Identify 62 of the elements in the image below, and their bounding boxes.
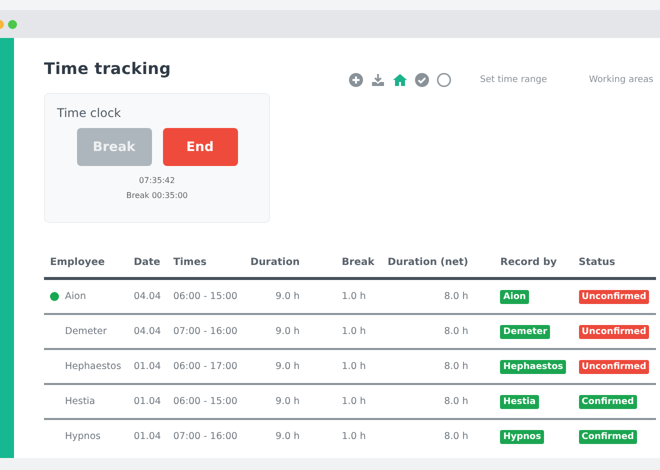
break-time: Break 00:35:00 xyxy=(125,191,189,200)
toolbar-link[interactable]: Set time range xyxy=(480,75,548,85)
column-header: Date xyxy=(128,247,168,278)
table-cell: 8.0 h xyxy=(444,291,468,302)
table-cell: 01.04 xyxy=(134,431,161,442)
column-header: Break xyxy=(312,247,381,278)
table-cell: 1.0 h xyxy=(342,396,366,407)
table-cell: 8.0 h xyxy=(444,361,468,372)
column-header: Status xyxy=(572,247,656,278)
user-tag: Hypnos xyxy=(500,430,544,444)
table-cell: Hestia xyxy=(65,396,96,407)
circle-icon[interactable] xyxy=(436,72,452,88)
table-cell: 06:00 - 15:00 xyxy=(173,291,238,302)
column-header: Duration xyxy=(244,247,312,278)
column-header: Record by xyxy=(494,247,573,278)
table-cell: 06:00 - 17:00 xyxy=(173,361,238,372)
window-maximize-button[interactable] xyxy=(8,20,17,28)
table-cell: 9.0 h xyxy=(276,431,300,442)
column-header: Employee xyxy=(44,247,128,278)
column-header: Duration (net) xyxy=(380,247,494,278)
elapsed-time: 07:35:42 xyxy=(138,176,176,185)
end-button[interactable]: End xyxy=(162,128,238,166)
user-tag: Hephaestos xyxy=(500,360,566,374)
table-cell: Aion xyxy=(65,291,86,302)
home-icon[interactable] xyxy=(392,72,408,88)
user-tag: Demeter xyxy=(500,324,550,338)
download-icon[interactable] xyxy=(370,72,386,88)
table-cell: Demeter xyxy=(65,326,107,337)
table-cell: 9.0 h xyxy=(276,291,300,302)
table-cell: 04.04 xyxy=(134,326,161,337)
table-cell: 9.0 h xyxy=(276,396,300,407)
add-icon[interactable] xyxy=(348,72,364,88)
user-tag: Aion xyxy=(500,290,529,304)
status-tag: Unconfirmed xyxy=(578,290,650,304)
status-tag: Unconfirmed xyxy=(578,360,650,374)
table-cell: 1.0 h xyxy=(342,361,366,372)
table-cell: 1.0 h xyxy=(342,431,366,442)
page-title: Time tracking xyxy=(44,59,172,78)
table-cell: 1.0 h xyxy=(342,326,366,337)
user-tag: Hestia xyxy=(500,394,539,408)
status-tag: Confirmed xyxy=(578,430,637,444)
table-cell: 8.0 h xyxy=(444,431,468,442)
check-circle-icon[interactable] xyxy=(414,72,430,88)
table-cell: 1.0 h xyxy=(342,291,366,302)
table-cell: 8.0 h xyxy=(444,326,468,337)
toolbar-link[interactable]: Working areas xyxy=(589,75,654,85)
table-cell: 8.0 h xyxy=(444,396,468,407)
status-tag: Unconfirmed xyxy=(578,324,650,338)
table-cell: Hypnos xyxy=(65,431,101,442)
table-cell: 06:00 - 15:00 xyxy=(173,396,238,407)
table-cell: 9.0 h xyxy=(276,326,300,337)
status-tag: Confirmed xyxy=(578,394,637,408)
column-header: Times xyxy=(167,247,244,278)
table-cell: 01.04 xyxy=(134,361,161,372)
table-cell: 04.04 xyxy=(134,291,161,302)
table-cell: 07:00 - 16:00 xyxy=(173,326,238,337)
card-title: Time clock xyxy=(57,106,122,120)
break-button[interactable]: Break xyxy=(76,128,152,166)
table-cell: 07:00 - 16:00 xyxy=(173,431,238,442)
table-cell: 01.04 xyxy=(134,396,161,407)
table-cell: 9.0 h xyxy=(276,361,300,372)
table-cell: Hephaestos xyxy=(65,361,122,372)
